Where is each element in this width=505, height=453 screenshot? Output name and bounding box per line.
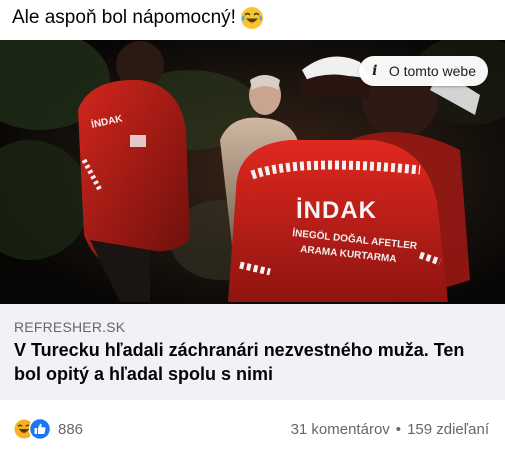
post-caption: Ale aspoň bol nápomocný! (12, 4, 264, 32)
link-preview-image[interactable]: İNDAK İNDAK İNEGÖL DOĞAL AFETLER ARAMA K… (0, 40, 505, 304)
stats-separator: • (395, 420, 402, 438)
post-stats-row: 886 31 komentárov • 159 zdieľaní (0, 412, 505, 446)
post-caption-text: Ale aspoň bol nápomocný! (12, 7, 236, 28)
link-preview-meta[interactable]: REFRESHER.SK V Turecku hľadali záchranár… (0, 304, 505, 400)
link-domain: REFRESHER.SK (14, 319, 126, 335)
comments-count-link[interactable]: 31 komentárov (291, 421, 390, 438)
link-title[interactable]: V Turecku hľadali záchranári nezvestného… (14, 338, 494, 386)
reaction-count: 886 (58, 420, 84, 438)
info-icon: i (372, 63, 378, 79)
reactions-summary[interactable]: 886 (14, 418, 83, 440)
face-with-tears-of-joy-icon (240, 6, 264, 30)
post-engagement-stats: 31 komentárov • 159 zdieľaní (291, 421, 489, 438)
about-this-website-button[interactable]: i O tomto webe (358, 56, 488, 86)
like-reaction-icon (29, 418, 51, 440)
about-this-website-label: O tomto webe (388, 63, 476, 79)
reaction-icons (14, 418, 54, 440)
vest-title-text: İNDAK (296, 197, 377, 224)
link-preview-card[interactable]: İNDAK İNDAK İNEGÖL DOĞAL AFETLER ARAMA K… (0, 40, 505, 400)
shares-count-link[interactable]: 159 zdieľaní (407, 421, 489, 438)
